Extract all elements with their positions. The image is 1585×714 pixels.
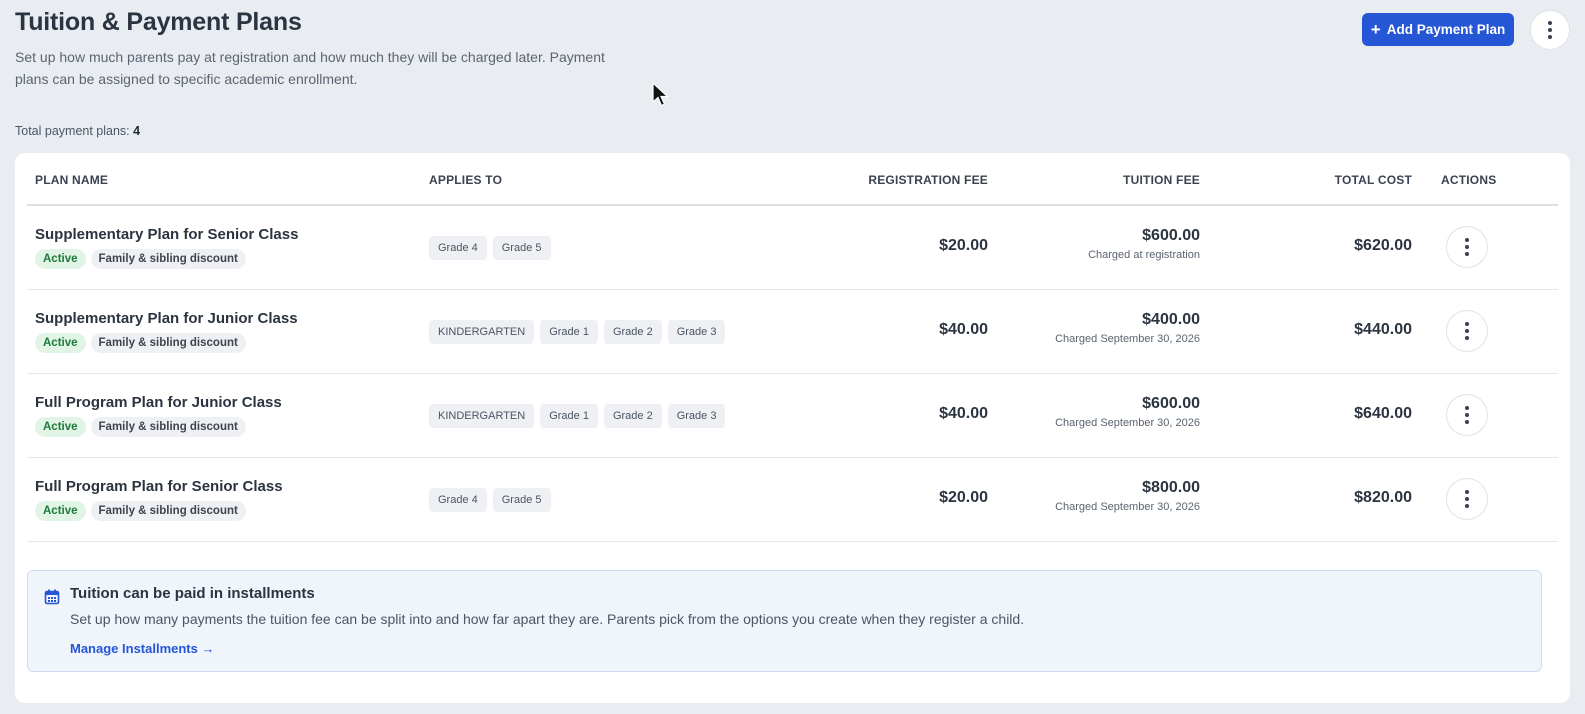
table-row[interactable]: Full Program Plan for Senior Class Activ… <box>27 458 1558 542</box>
table-row[interactable]: Supplementary Plan for Junior Class Acti… <box>27 290 1558 374</box>
applies-to-tags: KINDERGARTEN Grade 1 Grade 2 Grade 3 <box>429 320 726 344</box>
column-tuition-fee: TUITION FEE <box>1123 173 1200 187</box>
tuition-amount: $400.00 <box>1142 311 1200 328</box>
discount-badge: Family & sibling discount <box>90 501 246 521</box>
row-actions-button[interactable] <box>1446 310 1488 352</box>
discount-badge: Family & sibling discount <box>90 249 246 269</box>
registration-fee: $40.00 <box>939 405 988 422</box>
grade-tag: KINDERGARTEN <box>429 320 535 344</box>
add-payment-plan-button[interactable]: + Add Payment Plan <box>1362 13 1514 46</box>
grade-tag: Grade 1 <box>540 320 598 344</box>
mouse-cursor-icon <box>652 82 670 107</box>
calendar-icon <box>44 589 60 605</box>
status-badge: Active <box>35 249 86 269</box>
grade-tag: Grade 2 <box>603 320 662 344</box>
total-plans-label: Total payment plans: <box>15 124 130 138</box>
table-row[interactable]: Supplementary Plan for Senior Class Acti… <box>27 206 1558 290</box>
plan-badges: Active Family & sibling discount <box>35 417 246 437</box>
applies-to-tags: Grade 4 Grade 5 <box>429 488 551 512</box>
plus-icon: + <box>1370 20 1381 39</box>
column-total-cost: TOTAL COST <box>1334 173 1412 187</box>
grade-tag: Grade 4 <box>429 488 487 512</box>
status-badge: Active <box>35 501 86 521</box>
installments-text: Set up how many payments the tuition fee… <box>70 611 1025 627</box>
registration-fee: $40.00 <box>939 321 988 338</box>
total-plans-count: 4 <box>133 124 141 138</box>
installments-title: Tuition can be paid in installments <box>70 585 315 602</box>
grade-tag: Grade 4 <box>429 236 487 260</box>
tuition-amount: $600.00 <box>1142 395 1200 412</box>
grade-tag: KINDERGARTEN <box>429 404 535 428</box>
page-header: Tuition & Payment Plans Set up how much … <box>15 8 655 90</box>
kebab-vertical-icon <box>1465 490 1469 508</box>
plan-badges: Active Family & sibling discount <box>35 333 246 353</box>
row-actions-button[interactable] <box>1446 226 1488 268</box>
column-actions: ACTIONS <box>1441 173 1497 187</box>
add-payment-plan-label: Add Payment Plan <box>1386 22 1506 37</box>
kebab-vertical-icon <box>1548 21 1552 39</box>
tuition-fee: $400.00 Charged September 30, 2026 <box>1055 311 1200 345</box>
column-registration-fee: REGISTRATION FEE <box>868 173 988 187</box>
payment-plans-card: PLAN NAME APPLIES TO REGISTRATION FEE TU… <box>15 153 1570 703</box>
grade-tag: Grade 5 <box>492 488 551 512</box>
plan-name: Supplementary Plan for Senior Class <box>35 226 299 243</box>
total-cost: $820.00 <box>1354 489 1412 506</box>
row-actions-button[interactable] <box>1446 478 1488 520</box>
grade-tag: Grade 1 <box>540 404 598 428</box>
grade-tag: Grade 3 <box>667 320 726 344</box>
installments-banner: Tuition can be paid in installments Set … <box>27 570 1542 672</box>
tuition-charge-note: Charged at registration <box>1088 249 1200 261</box>
plan-name: Supplementary Plan for Junior Class <box>35 310 298 327</box>
total-plans: Total payment plans: 4 <box>15 124 140 138</box>
grade-tag: Grade 2 <box>603 404 662 428</box>
plan-name: Full Program Plan for Senior Class <box>35 478 283 495</box>
tuition-amount: $800.00 <box>1142 479 1200 496</box>
status-badge: Active <box>35 417 86 437</box>
applies-to-tags: Grade 4 Grade 5 <box>429 236 551 260</box>
kebab-vertical-icon <box>1465 406 1469 424</box>
registration-fee: $20.00 <box>939 237 988 254</box>
row-actions-button[interactable] <box>1446 394 1488 436</box>
registration-fee: $20.00 <box>939 489 988 506</box>
tuition-charge-note: Charged September 30, 2026 <box>1055 417 1200 429</box>
grade-tag: Grade 3 <box>667 404 726 428</box>
applies-to-tags: KINDERGARTEN Grade 1 Grade 2 Grade 3 <box>429 404 726 428</box>
total-cost: $640.00 <box>1354 405 1412 422</box>
discount-badge: Family & sibling discount <box>90 417 246 437</box>
table-header: PLAN NAME APPLIES TO REGISTRATION FEE TU… <box>27 153 1558 206</box>
plan-name: Full Program Plan for Junior Class <box>35 394 282 411</box>
tuition-charge-note: Charged September 30, 2026 <box>1055 501 1200 513</box>
tuition-charge-note: Charged September 30, 2026 <box>1055 333 1200 345</box>
total-cost: $620.00 <box>1354 237 1412 254</box>
page-more-button[interactable] <box>1530 10 1570 50</box>
discount-badge: Family & sibling discount <box>90 333 246 353</box>
total-cost: $440.00 <box>1354 321 1412 338</box>
grade-tag: Grade 5 <box>492 236 551 260</box>
plan-badges: Active Family & sibling discount <box>35 501 246 521</box>
page-title: Tuition & Payment Plans <box>15 8 302 36</box>
column-plan-name: PLAN NAME <box>35 173 109 187</box>
column-applies-to: APPLIES TO <box>429 173 503 187</box>
kebab-vertical-icon <box>1465 322 1469 340</box>
table-row[interactable]: Full Program Plan for Junior Class Activ… <box>27 374 1558 458</box>
page-description: Set up how much parents pay at registrat… <box>15 49 605 87</box>
tuition-amount: $600.00 <box>1142 227 1200 244</box>
status-badge: Active <box>35 333 86 353</box>
tuition-fee: $800.00 Charged September 30, 2026 <box>1055 479 1200 513</box>
tuition-fee: $600.00 Charged September 30, 2026 <box>1055 395 1200 429</box>
plan-badges: Active Family & sibling discount <box>35 249 246 269</box>
tuition-fee: $600.00 Charged at registration <box>1088 227 1200 261</box>
kebab-vertical-icon <box>1465 238 1469 256</box>
manage-installments-link[interactable]: Manage Installments → <box>70 641 214 656</box>
